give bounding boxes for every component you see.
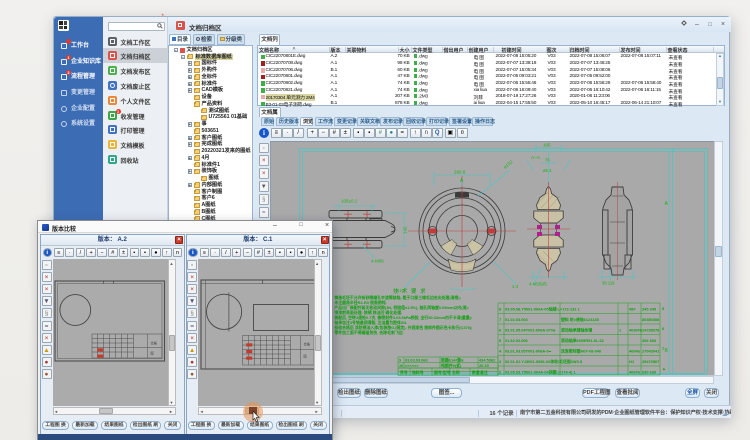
svg-text:25470567: 25470567 (642, 359, 659, 364)
svg-text:7: 7 (499, 317, 501, 322)
svg-text:序号: 序号 (399, 370, 408, 375)
svg-text:142: 142 (403, 226, 408, 234)
svg-text:14738078: 14738078 (642, 328, 660, 333)
svg-text:27043041: 27043041 (642, 349, 660, 354)
svg-text:03.01.05.04Y001-006A-07#ø: 03.01.05.04Y001-006A-07#ø (505, 328, 556, 333)
svg-text:105: 105 (543, 143, 551, 148)
svg-text:技 术 要 求: 技 术 要 求 (393, 287, 427, 295)
svg-text:塑料 轮#液轴6124145: 塑料 轮#液轴6124145 (561, 317, 600, 322)
svg-text:20 20: 20 20 (479, 363, 489, 368)
svg-text:垫圈614#垫6: 垫圈614#垫6 (441, 358, 464, 363)
svg-text:名称: 名称 (452, 370, 460, 375)
svg-text:1:4: 1:4 (512, 284, 519, 289)
svg-text:图: 图 (304, 355, 307, 359)
svg-text:合格: 合格 (304, 342, 311, 347)
svg-text:备注: 备注 (479, 370, 488, 375)
svg-text:266.8: 266.8 (454, 170, 466, 175)
svg-text:76: 76 (545, 158, 550, 163)
svg-text:02.01.01.YJ3001-0536-02体轮/毛坯图1: 02.01.01.YJ3001-0536-02体轮/毛坯图1W3.5 (505, 359, 583, 364)
svg-text:01.62.02.006: 01.62.02.006 (505, 338, 529, 343)
svg-text:8. 零件加工面不得磧碰划伤, 去除毛刺飞边.: 8. 零件加工面不得磧碰划伤, 去除毛刺飞边. (330, 330, 404, 335)
svg-text:图号/型号: 图号/型号 (434, 370, 451, 375)
svg-text:45#: 45# (629, 307, 636, 312)
svg-text:A–A: A–A (531, 155, 541, 161)
svg-text:HJ: HJ (629, 359, 634, 364)
svg-text:10: 10 (399, 363, 403, 368)
svg-text:物料号: 物料号 (412, 370, 424, 375)
svg-text:图: 图 (150, 352, 153, 356)
svg-text:数量: 数量 (471, 370, 480, 375)
svg-text:ø6.3: ø6.3 (543, 168, 552, 173)
svg-text:03.05.08.Y5001-006A-05轴辅 L×172: 03.05.08.Y5001-006A-05轴辅 L×172-131 1 (505, 307, 581, 312)
svg-text:03.05.03.Y5001-004A-04挡圈 (×174: 03.05.03.Y5001-004A-04挡圈 (×174-4) 1 (505, 370, 576, 375)
svg-text:4004b: 4004b (629, 349, 641, 354)
svg-text:03.01.03.05Y001-006A-0••: 03.01.03.05Y001-006A-0•• (505, 349, 552, 354)
svg-text:80380308: 80380308 (642, 317, 660, 322)
svg-text:4-M06: 4-M06 (371, 259, 384, 264)
svg-text:306 693: 306 693 (642, 338, 657, 343)
svg-text:迭宫密封圈N0Y-08-040: 迭宫密封圈N0Y-08-040 (561, 349, 601, 354)
svg-text:105±0.1: 105±0.1 (341, 199, 358, 204)
svg-text:03.03.03.063: 03.03.03.063 (405, 358, 429, 363)
svg-text:4-M5均布: 4-M5均布 (529, 281, 547, 288)
svg-text:400#b: 400#b (629, 370, 641, 375)
svg-text:434 5362: 434 5362 (479, 358, 496, 363)
svg-text:38 119: 38 119 (602, 281, 615, 286)
svg-text:01.02.03.004: 01.02.03.004 (505, 317, 529, 322)
svg-text:滚动轴承6005RS1.6L.62: 滚动轴承6005RS1.6L.62 (561, 338, 605, 343)
svg-text:××××××: ×××××× (405, 363, 419, 368)
svg-text:滚动轴承辅轴体辅: 滚动轴承辅轴体辅 (561, 328, 592, 333)
svg-text:630 630: 630 630 (642, 370, 656, 375)
svg-text:吨钢件9(式): 吨钢件9(式) (441, 363, 462, 368)
svg-text:4030#b: 4030#b (629, 328, 643, 333)
svg-text:345 345: 345 345 (642, 307, 657, 312)
svg-text:合格: 合格 (150, 341, 157, 346)
svg-text:7: 7 (662, 346, 664, 351)
svg-text:▲: ▲ (662, 366, 666, 371)
